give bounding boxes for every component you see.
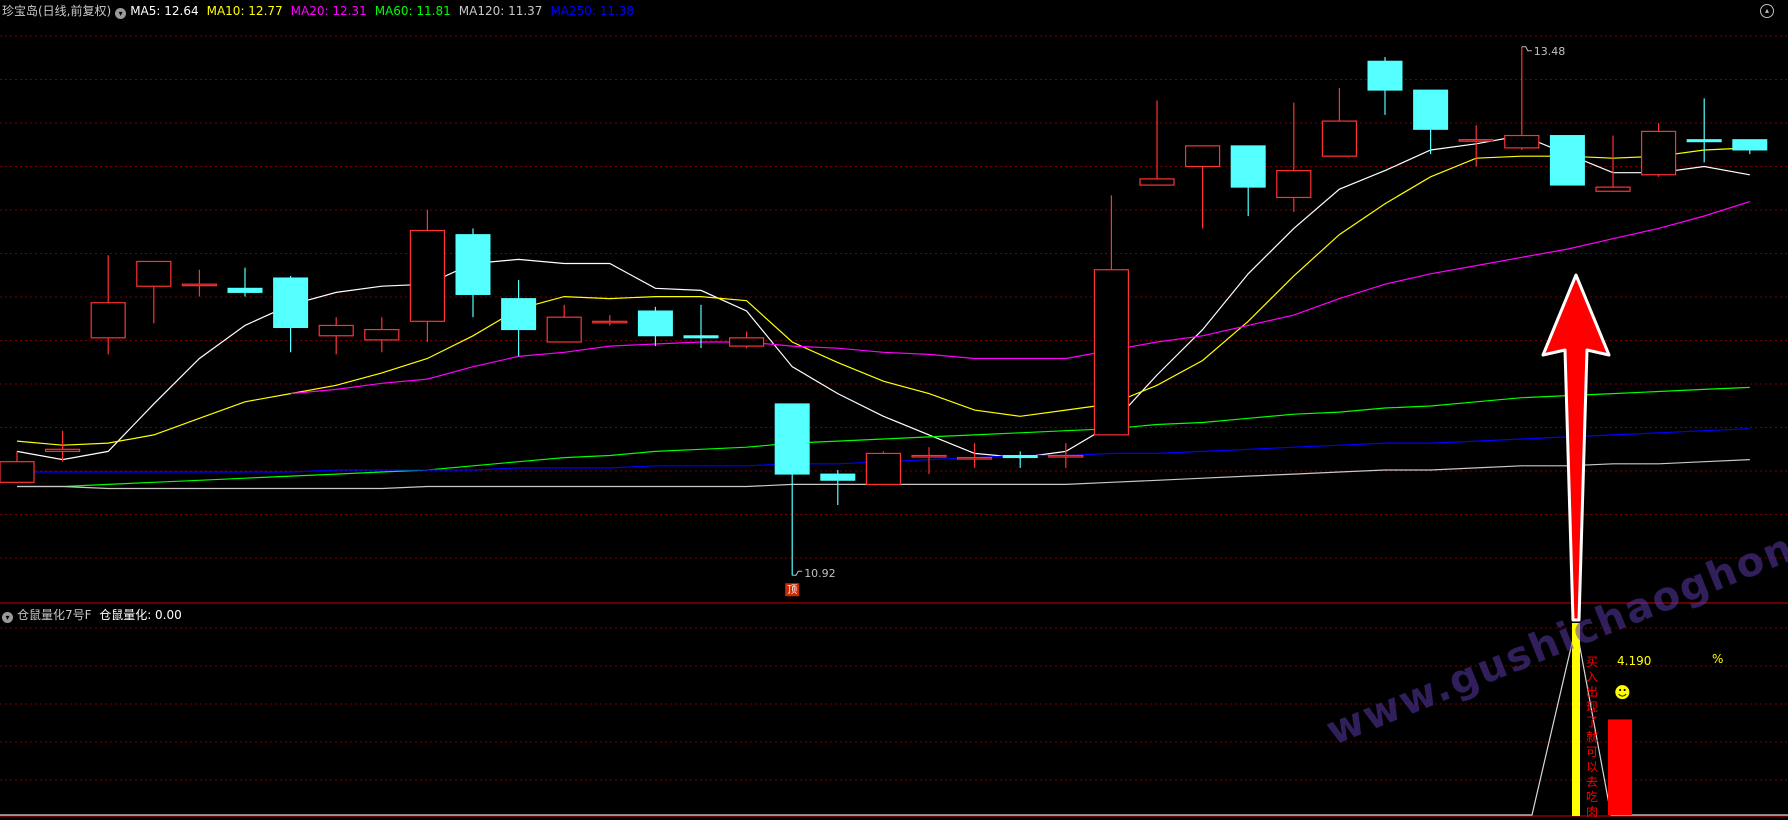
candle-body [364, 328, 400, 341]
candle-body [0, 461, 35, 483]
candle-body [1184, 145, 1221, 168]
candle-body [911, 454, 947, 458]
chart-title: 珍宝岛(日线,前复权) [2, 4, 112, 18]
candle-body [1230, 145, 1266, 188]
candle-body [592, 320, 628, 324]
candle-body [501, 298, 537, 331]
candle-body [455, 234, 491, 295]
candle-body [1595, 186, 1631, 192]
candle-body [1640, 130, 1677, 176]
smiley-icon: ☻ [1614, 683, 1631, 702]
candle-body [1504, 134, 1540, 149]
bar-text-char: 可 [1586, 745, 1598, 759]
candle-body [1458, 139, 1494, 142]
indicator-value-label: 仓鼠量化: 0.00 [99, 608, 182, 622]
bar-text-char: 出 [1586, 685, 1598, 699]
ma-label: MA250: 11.38 [550, 4, 635, 18]
bar-text-char: 吃 [1586, 790, 1598, 804]
maximize-icon[interactable]: ▴ [1760, 4, 1774, 18]
candle-body [820, 473, 856, 481]
bar-text-char: 去 [1586, 775, 1598, 789]
candle-body [90, 302, 126, 339]
chevron-down-icon[interactable]: ▾ [2, 612, 13, 623]
bar-text-char: 就 [1586, 730, 1598, 744]
percent-label: % [1712, 652, 1723, 666]
candle-body [637, 310, 673, 337]
candle-body [956, 456, 993, 460]
stock-chart: 13.48 10.92 顶买入出现了就可以去吃肉 4.190 % ☻ [0, 35, 1788, 819]
high-label: 13.48 [1534, 45, 1566, 58]
candle-body [181, 283, 217, 287]
bar-text-char: 现 [1586, 700, 1598, 714]
signal-arrow [1541, 273, 1611, 622]
low-marker [792, 570, 803, 576]
bar-text-char: 了 [1586, 715, 1598, 729]
chevron-down-icon[interactable]: ▾ [115, 8, 127, 19]
ma-label: MA60: 11.81 [374, 4, 451, 18]
ma-label: MA10: 12.77 [206, 4, 283, 18]
ma-label: MA120: 11.37 [458, 4, 543, 18]
low-badge: 顶 [787, 584, 797, 596]
indicator-bar [1608, 719, 1632, 815]
candle-body [409, 229, 445, 322]
candle-body [136, 260, 172, 287]
bar-text-char: 以 [1586, 760, 1598, 774]
low-label: 10.92 [804, 567, 836, 580]
ma-label: MA5: 12.64 [130, 4, 199, 18]
candle-body [227, 287, 263, 293]
bar-text-char: 入 [1586, 670, 1598, 684]
candle-body [1139, 178, 1175, 186]
candle-body [1321, 120, 1358, 157]
candle-body [1048, 454, 1084, 458]
candle-body [44, 448, 81, 452]
candle-body [1276, 170, 1312, 199]
candle-body [273, 277, 309, 329]
candle-body [683, 335, 719, 339]
candle-body [774, 403, 810, 475]
candle-body [1413, 89, 1449, 130]
candle-body [1549, 135, 1585, 186]
candle-body [865, 452, 902, 485]
high-marker [1521, 46, 1532, 52]
candle-body [1002, 455, 1038, 459]
ma-legend: MA5: 12.64 MA10: 12.77 MA20: 12.31 MA60: 11… [130, 4, 642, 18]
indicator-header: ▾ 仓鼠量化7号F 仓鼠量化: 0.00 [2, 606, 182, 623]
candle-body [1093, 269, 1130, 436]
candle-body [318, 324, 354, 337]
main-header: 珍宝岛(日线,前复权) ▾ MA5: 12.64 MA10: 12.77 MA20: 1… [2, 2, 642, 19]
candle-body [1367, 60, 1403, 91]
bar-text-char: 买 [1586, 655, 1598, 669]
candle-body [546, 316, 582, 343]
candle-body [728, 337, 765, 347]
candle-body [1732, 139, 1768, 151]
ma-line-ma20 [290, 201, 1750, 395]
indicator-title: 仓鼠量化7号F [17, 608, 92, 622]
bar-text-char: 肉 [1586, 805, 1598, 819]
candle-body [1686, 139, 1722, 143]
indicator-value: 4.190 [1617, 654, 1651, 668]
ma-label: MA20: 12.31 [290, 4, 367, 18]
